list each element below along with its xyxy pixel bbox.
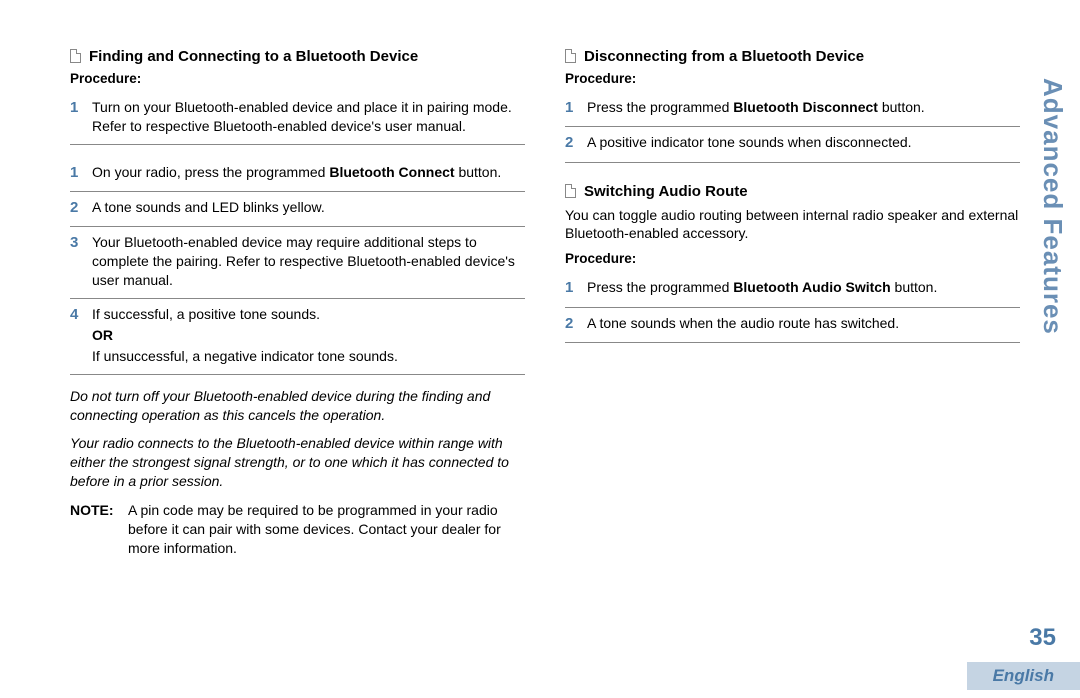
text: If successful, a positive tone sounds. xyxy=(92,305,525,324)
section-disconnecting: Disconnecting from a Bluetooth Device Pr… xyxy=(565,48,1020,163)
document-icon xyxy=(70,49,81,63)
step-number: 1 xyxy=(70,98,92,118)
bold-text: Bluetooth Connect xyxy=(329,164,454,180)
step-number: 1 xyxy=(565,98,587,118)
step-body: Press the programmed Bluetooth Audio Swi… xyxy=(587,278,1020,297)
step-row: 2 A positive indicator tone sounds when … xyxy=(565,127,1020,162)
bold-text: Bluetooth Disconnect xyxy=(733,99,878,115)
note-body: A pin code may be required to be program… xyxy=(128,501,525,558)
step-number: 2 xyxy=(70,198,92,218)
document-icon xyxy=(565,184,576,198)
step-body: A tone sounds when the audio route has s… xyxy=(587,314,1020,333)
steps-group-1: 1 Turn on your Bluetooth-enabled device … xyxy=(70,92,525,145)
procedure-label: Procedure: xyxy=(565,71,1020,86)
heading-text: Finding and Connecting to a Bluetooth De… xyxy=(89,48,418,65)
heading-switching-audio: Switching Audio Route xyxy=(565,183,1020,200)
heading-text: Switching Audio Route xyxy=(584,183,748,200)
text: button. xyxy=(891,279,938,295)
right-column: Disconnecting from a Bluetooth Device Pr… xyxy=(565,48,1020,578)
italic-note: Your radio connects to the Bluetooth-ena… xyxy=(70,434,525,491)
text: If unsuccessful, a negative indicator to… xyxy=(92,347,525,366)
step-number: 2 xyxy=(565,133,587,153)
note-block: NOTE: A pin code may be required to be p… xyxy=(70,501,525,558)
text: Press the programmed xyxy=(587,99,733,115)
bold-text: Bluetooth Audio Switch xyxy=(733,279,890,295)
step-body: Turn on your Bluetooth-enabled device an… xyxy=(92,98,525,136)
procedure-label: Procedure: xyxy=(565,251,1020,266)
heading-disconnecting: Disconnecting from a Bluetooth Device xyxy=(565,48,1020,65)
language-tab: English xyxy=(967,662,1080,690)
step-row: 1 On your radio, press the programmed Bl… xyxy=(70,157,525,192)
section-finding-connecting: Finding and Connecting to a Bluetooth De… xyxy=(70,48,525,558)
step-row: 2 A tone sounds when the audio route has… xyxy=(565,308,1020,343)
document-icon xyxy=(565,49,576,63)
side-tab-label: Advanced Features xyxy=(1037,78,1068,335)
heading-text: Disconnecting from a Bluetooth Device xyxy=(584,48,864,65)
step-number: 1 xyxy=(70,163,92,183)
section-switching-audio: Switching Audio Route You can toggle aud… xyxy=(565,183,1020,343)
step-row: 4 If successful, a positive tone sounds.… xyxy=(70,299,525,375)
text: button. xyxy=(878,99,925,115)
left-column: Finding and Connecting to a Bluetooth De… xyxy=(70,48,525,578)
text: button. xyxy=(455,164,502,180)
step-body: A positive indicator tone sounds when di… xyxy=(587,133,1020,152)
or-label: OR xyxy=(92,326,525,345)
step-body: A tone sounds and LED blinks yellow. xyxy=(92,198,525,217)
step-row: 1 Press the programmed Bluetooth Disconn… xyxy=(565,92,1020,127)
text: On your radio, press the programmed xyxy=(92,164,329,180)
step-number: 4 xyxy=(70,305,92,325)
step-row: 3 Your Bluetooth-enabled device may requ… xyxy=(70,227,525,299)
note-label: NOTE: xyxy=(70,501,128,558)
steps-group-2: 1 On your radio, press the programmed Bl… xyxy=(70,157,525,375)
heading-finding-connecting: Finding and Connecting to a Bluetooth De… xyxy=(70,48,525,65)
step-body: Your Bluetooth-enabled device may requir… xyxy=(92,233,525,290)
step-row: 1 Turn on your Bluetooth-enabled device … xyxy=(70,92,525,145)
page-number: 35 xyxy=(1029,624,1056,652)
step-number: 2 xyxy=(565,314,587,334)
step-body: Press the programmed Bluetooth Disconnec… xyxy=(587,98,1020,117)
intro-para: You can toggle audio routing between int… xyxy=(565,206,1020,244)
page-content: Finding and Connecting to a Bluetooth De… xyxy=(0,0,1080,608)
step-number: 3 xyxy=(70,233,92,253)
step-body: On your radio, press the programmed Blue… xyxy=(92,163,525,182)
steps-group: 1 Press the programmed Bluetooth Audio S… xyxy=(565,272,1020,343)
steps-group: 1 Press the programmed Bluetooth Disconn… xyxy=(565,92,1020,163)
procedure-label: Procedure: xyxy=(70,71,525,86)
text: Press the programmed xyxy=(587,279,733,295)
step-row: 2 A tone sounds and LED blinks yellow. xyxy=(70,192,525,227)
step-number: 1 xyxy=(565,278,587,298)
italic-note: Do not turn off your Bluetooth-enabled d… xyxy=(70,387,525,425)
step-row: 1 Press the programmed Bluetooth Audio S… xyxy=(565,272,1020,307)
step-body: If successful, a positive tone sounds. O… xyxy=(92,305,525,366)
